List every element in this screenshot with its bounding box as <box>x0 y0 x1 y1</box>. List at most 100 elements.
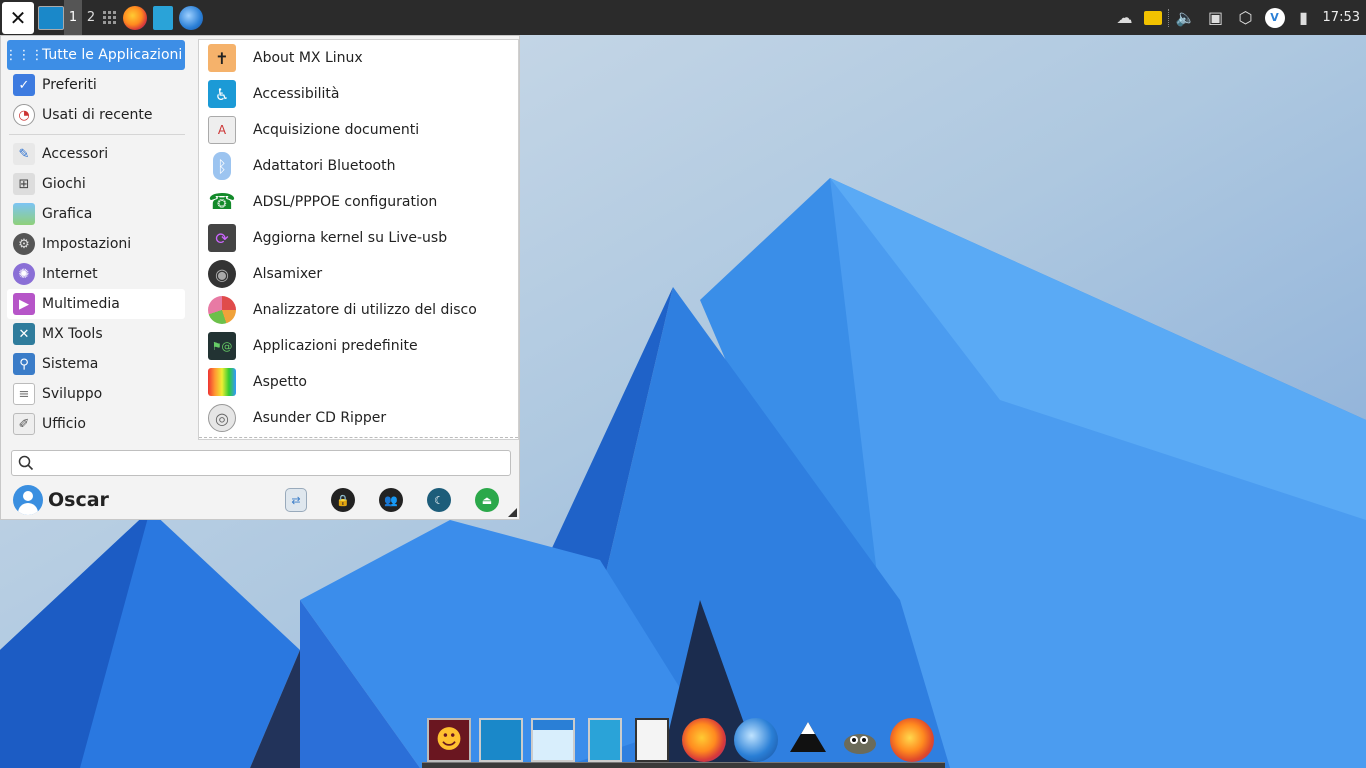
lock-screen-icon[interactable]: 🔒 <box>331 488 355 512</box>
avatar[interactable] <box>13 485 43 515</box>
dock-text-editor-icon[interactable] <box>635 718 669 762</box>
volume-icon[interactable]: 🔈 <box>1175 8 1197 28</box>
dock-gifsicle-icon[interactable]: ☻ <box>427 718 471 762</box>
category-office[interactable]: ✐ Ufficio <box>7 409 185 439</box>
dock-gimp-icon[interactable] <box>838 718 882 762</box>
dock-desktop-icon[interactable] <box>479 718 523 768</box>
disk-usage-icon <box>208 296 236 324</box>
app-item-bluetooth[interactable]: ᛒ Adattatori Bluetooth <box>199 148 518 184</box>
category-settings[interactable]: ⚙ Impostazioni <box>7 229 185 259</box>
top-panel: ✕ 1 2 ☁ 🔈 ▣ ⬡ V ▮ 17:53 <box>0 0 1366 35</box>
appearance-icon <box>208 368 236 396</box>
workspace-1[interactable]: 1 <box>64 0 82 35</box>
mx-updater-icon[interactable]: V <box>1264 7 1285 28</box>
firefox-launcher-icon[interactable] <box>123 5 147 30</box>
accessibility-icon: ♿ <box>208 80 236 108</box>
category-multimedia[interactable]: ▶ Multimedia <box>7 289 185 319</box>
category-recent[interactable]: ◔ Usati di recente <box>7 100 185 130</box>
system-tray: ☁ 🔈 ▣ ⬡ V ▮ 17:53 <box>1110 0 1366 35</box>
category-graphics[interactable]: Grafica <box>7 199 185 229</box>
category-separator <box>9 134 185 135</box>
suspend-icon[interactable]: ☾ <box>427 488 451 512</box>
workspace-grid-icon <box>103 10 117 25</box>
system-icon: ⚲ <box>13 353 35 375</box>
dock-base <box>422 762 945 768</box>
category-mx-tools[interactable]: ✕ MX Tools <box>7 319 185 349</box>
search-input[interactable] <box>40 452 510 474</box>
category-label: Tutte le Applicazioni <box>42 47 183 63</box>
category-internet[interactable]: ✺ Internet <box>7 259 185 289</box>
package-icon[interactable]: ⬡ <box>1235 8 1257 28</box>
tray-separator <box>1167 8 1169 27</box>
category-label: MX Tools <box>42 326 103 342</box>
search-icon <box>18 455 34 471</box>
app-item-adsl[interactable]: ☎ ADSL/PPPOE configuration <box>199 184 518 220</box>
file-manager-launcher-icon[interactable] <box>153 5 173 30</box>
dock-inkscape-icon[interactable] <box>786 718 830 762</box>
dock-firefox-alt-icon[interactable] <box>890 718 934 768</box>
mx-tools-icon: ✕ <box>13 323 35 345</box>
category-development[interactable]: ≡ Sviluppo <box>7 379 185 409</box>
dock: ☻ <box>422 712 945 768</box>
app-item-alsamixer[interactable]: ◉ Alsamixer <box>199 256 518 292</box>
phone-icon: ☎ <box>208 188 236 216</box>
search-box[interactable] <box>11 450 511 476</box>
favorites-icon: ✓ <box>13 74 35 96</box>
bluetooth-icon: ᛒ <box>213 152 231 180</box>
app-item-scan[interactable]: A Acquisizione documenti <box>199 112 518 148</box>
list-scroll-edge <box>199 437 518 439</box>
user-info: Oscar <box>13 485 109 515</box>
x-logo-icon: ✕ <box>9 5 27 30</box>
development-icon: ≡ <box>13 383 35 405</box>
category-favorites[interactable]: ✓ Preferiti <box>7 70 185 100</box>
session-actions: ⇄ 🔒 👥 ☾ ⏏ <box>261 488 499 512</box>
log-out-icon[interactable]: ⏏ <box>475 488 499 512</box>
internet-icon: ✺ <box>13 263 35 285</box>
workspace-2[interactable]: 2 <box>82 0 100 35</box>
category-accessories[interactable]: ✎ Accessori <box>7 139 185 169</box>
grid-icon: ⋮⋮⋮ <box>4 47 44 63</box>
category-label: Internet <box>42 266 98 282</box>
clock-icon: ◔ <box>13 104 35 126</box>
whisker-menu-button[interactable]: ✕ <box>2 1 34 34</box>
app-item-about-mx[interactable]: ✝ About MX Linux <box>199 40 518 76</box>
category-label: Giochi <box>42 176 86 192</box>
usb-update-icon: ⟳ <box>208 224 236 252</box>
resize-grip[interactable] <box>508 508 517 517</box>
username: Oscar <box>48 489 109 511</box>
category-label: Accessori <box>42 146 109 162</box>
app-item-asunder[interactable]: ◎ Asunder CD Ripper <box>199 400 518 436</box>
app-item-default-apps[interactable]: ⚑@ Applicazioni predefinite <box>199 328 518 364</box>
accessories-icon: ✎ <box>13 143 35 165</box>
category-label: Usati di recente <box>42 107 153 123</box>
category-all-apps[interactable]: ⋮⋮⋮ Tutte le Applicazioni <box>4 40 185 70</box>
switch-user-icon[interactable]: 👥 <box>379 488 403 512</box>
dock-file-manager-icon[interactable] <box>588 718 622 768</box>
thunderbird-launcher-icon[interactable] <box>179 5 203 30</box>
network-icon[interactable]: ▣ <box>1205 8 1227 28</box>
battery-icon[interactable]: ▮ <box>1293 8 1315 28</box>
clock[interactable]: 17:53 <box>1323 10 1360 25</box>
inkscape-icon <box>790 722 826 752</box>
category-games[interactable]: ⊞ Giochi <box>7 169 185 199</box>
application-menu: ⋮⋮⋮ Tutte le Applicazioni ✓ Preferiti ◔ … <box>0 35 520 520</box>
scanner-icon: A <box>208 116 236 144</box>
application-list: ✝ About MX Linux ♿ Accessibilità A Acqui… <box>198 39 519 440</box>
cloud-sync-icon[interactable]: ☁ <box>1114 8 1136 28</box>
multimedia-icon: ▶ <box>13 293 35 315</box>
category-label: Impostazioni <box>42 236 132 252</box>
dock-thunderbird-icon[interactable] <box>734 718 778 762</box>
dock-window-icon[interactable] <box>531 718 575 762</box>
settings-toggle-icon[interactable]: ⇄ <box>285 488 307 512</box>
app-item-accessibility[interactable]: ♿ Accessibilità <box>199 76 518 112</box>
category-system[interactable]: ⚲ Sistema <box>7 349 185 379</box>
app-item-disk-usage[interactable]: Analizzatore di utilizzo del disco <box>199 292 518 328</box>
graphics-icon <box>13 203 35 225</box>
app-item-appearance[interactable]: Aspetto <box>199 364 518 400</box>
notes-icon[interactable] <box>1143 10 1162 25</box>
category-label: Ufficio <box>42 416 86 432</box>
dock-firefox-icon[interactable] <box>682 718 726 768</box>
app-item-live-usb-kernel[interactable]: ⟳ Aggiorna kernel su Live-usb <box>199 220 518 256</box>
speaker-icon: ◉ <box>208 260 236 288</box>
show-desktop-button[interactable] <box>38 5 64 30</box>
